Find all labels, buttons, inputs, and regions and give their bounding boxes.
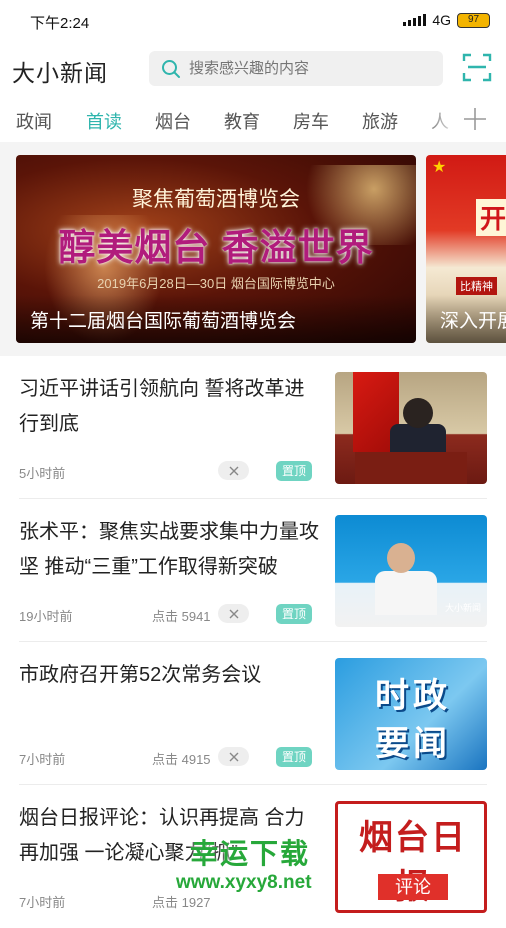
tab-travel[interactable]: 旅游: [362, 108, 398, 134]
banner-caption: 深入开展: [440, 311, 506, 332]
news-item[interactable]: 习近平讲话引领航向 誓将改革进行到底 5小时前 置顶: [0, 356, 506, 499]
star-icon: ★: [432, 159, 447, 176]
section-divider: [0, 142, 506, 152]
tab-yantai[interactable]: 烟台: [155, 108, 191, 134]
news-thumbnail[interactable]: 大小新闻: [335, 515, 487, 627]
banner-second[interactable]: ★ 开 比精神 深入开展: [426, 155, 506, 343]
search-bar[interactable]: [149, 51, 443, 86]
banner-headline: 醇美烟台 香溢世界: [58, 227, 374, 268]
banner-subhead: 聚焦葡萄酒博览会: [132, 188, 300, 211]
banner-second-tag: 比精神: [456, 277, 497, 295]
app-header: 大小新闻: [0, 46, 506, 92]
thumb-figure-head: [387, 543, 415, 573]
pinned-badge: 置顶: [276, 604, 312, 624]
news-time: 5小时前: [19, 466, 66, 481]
status-indicators: 4G 97: [403, 12, 490, 28]
thumb-label: 评论: [378, 874, 448, 900]
banner-wine-expo[interactable]: 聚焦葡萄酒博览会 醇美烟台 香溢世界 2019年6月28日—30日 烟台国际博览…: [16, 155, 416, 343]
add-tab-icon[interactable]: [458, 102, 492, 136]
news-item[interactable]: 市政府召开第52次常务会议 7小时前 点击 4915 置顶 时政 要闻: [0, 642, 506, 785]
pinned-badge: 置顶: [276, 747, 312, 767]
news-thumbnail[interactable]: 时政 要闻: [335, 658, 487, 770]
news-time: 7小时前: [19, 895, 66, 910]
tab-education[interactable]: 教育: [224, 108, 260, 134]
banner-carousel[interactable]: 聚焦葡萄酒博览会 醇美烟台 香溢世界 2019年6月28日—30日 烟台国际博览…: [0, 152, 506, 356]
status-time: 下午2:24: [30, 15, 90, 32]
news-thumbnail[interactable]: [335, 372, 487, 484]
status-bar: 下午2:24 4G 97: [0, 0, 506, 42]
dismiss-button[interactable]: [218, 461, 249, 480]
news-title[interactable]: 张术平：聚焦实战要求集中力量攻坚 推动“三重”工作取得新突破: [19, 515, 319, 585]
news-clicks: 点击 4915: [152, 752, 211, 767]
banner-date: 2019年6月28日—30日 烟台国际博览中心: [97, 276, 335, 291]
close-icon: [229, 609, 238, 618]
tab-headlines[interactable]: 首读: [86, 108, 122, 134]
news-item[interactable]: 张术平：聚焦实战要求集中力量攻坚 推动“三重”工作取得新突破 19小时前 点击 …: [0, 499, 506, 642]
banner-second-text: 开: [476, 199, 506, 236]
tab-house-car[interactable]: 房车: [293, 108, 329, 134]
thumb-text-line2: 要闻: [375, 725, 451, 763]
battery-level: 97: [467, 13, 480, 25]
tab-politics[interactable]: 政闻: [16, 108, 52, 134]
scan-icon[interactable]: [462, 52, 492, 82]
battery-icon: 97: [457, 12, 490, 28]
search-input[interactable]: [189, 60, 429, 77]
banner-caption: 第十二届烟台国际葡萄酒博览会: [30, 311, 297, 332]
news-item[interactable]: 烟台日报评论：认识再提高 合力再加强 一论凝心聚力“抓” 7小时前 点击 192…: [0, 785, 506, 928]
thumb-text-line1: 时政: [375, 677, 451, 715]
thumb-figure-body: [375, 571, 437, 615]
dismiss-button[interactable]: [218, 747, 249, 766]
category-tabs: 政闻 首读 烟台 教育 房车 旅游 人: [0, 96, 506, 142]
close-icon: [229, 752, 238, 761]
thumb-podium: [355, 452, 467, 484]
thumb-figure-head: [403, 398, 433, 428]
search-icon: [162, 59, 180, 78]
pinned-badge: 置顶: [276, 461, 312, 481]
thumb-watermark: 大小新闻: [444, 603, 481, 613]
close-icon: [229, 466, 238, 475]
news-title[interactable]: 市政府召开第52次常务会议: [19, 658, 319, 693]
news-clicks: 点击 5941: [152, 609, 211, 624]
signal-icon: [403, 14, 427, 26]
news-clicks: 点击 1927: [152, 895, 211, 910]
dismiss-button[interactable]: [218, 604, 249, 623]
news-title[interactable]: 习近平讲话引领航向 誓将改革进行到底: [19, 372, 319, 442]
app-title: 大小新闻: [12, 60, 108, 86]
news-time: 19小时前: [19, 609, 73, 624]
news-title[interactable]: 烟台日报评论：认识再提高 合力再加强 一论凝心聚力“抓”: [19, 801, 319, 871]
news-thumbnail[interactable]: 烟台日报 评论: [335, 801, 487, 913]
news-time: 7小时前: [19, 752, 66, 767]
tabs-fade: [420, 96, 460, 142]
network-label: 4G: [432, 12, 451, 28]
